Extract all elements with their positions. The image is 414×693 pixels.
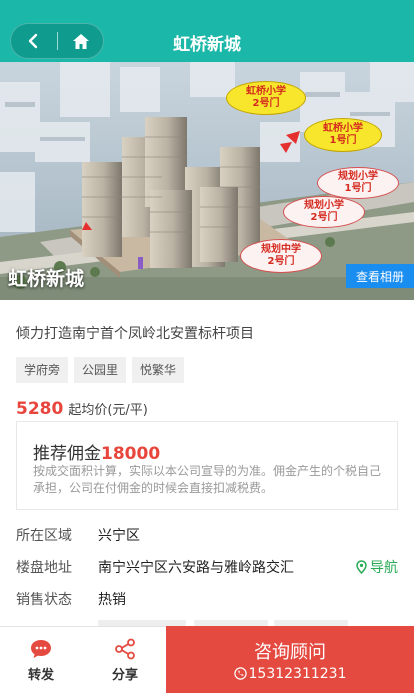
consult-phone-row: 15312311231 [233, 665, 347, 682]
callout-line: 规划小学 [304, 200, 344, 211]
callout-guihua-xiaoxue-2: 规划小学 2号门 [283, 196, 365, 228]
page-title: 虹桥新城 [173, 35, 241, 55]
navigate-button[interactable]: 导航 [356, 557, 398, 577]
commission-label: 推荐佣金 [33, 444, 101, 464]
tag-item: 悦繁华 [132, 357, 185, 383]
info-row-status: 销售状态 热销 [16, 587, 398, 611]
callout-line: 1号门 [329, 135, 357, 146]
consult-title: 咨询顾问 [254, 641, 326, 663]
callout-line: 2号门 [252, 98, 280, 109]
commission-heading: 推荐佣金18000 [33, 439, 160, 464]
info-row-district: 所在区域 兴宁区 [16, 523, 398, 547]
location-pin-icon [356, 560, 367, 574]
bottom-action-bar: 转发 分享 咨询顾问 15312311231 [0, 626, 414, 693]
callout-line: 2号门 [310, 212, 338, 223]
callout-line: 1号门 [344, 183, 372, 194]
project-tags: 学府旁 公园里 悦繁华 [16, 357, 185, 383]
info-row-address: 楼盘地址 南宁兴宁区六安路与雅岭路交汇 导航 [16, 555, 398, 579]
callout-guihua-xiaoxue-1: 规划小学 1号门 [317, 167, 399, 199]
commission-note: 按成交面积计算，实际以本公司宣导的为准。佣金产生的个税自己承担，公司在付佣金的时… [33, 464, 382, 495]
phone-icon [233, 667, 247, 680]
callout-line: 虹桥小学 [246, 86, 286, 97]
callout-line: 2号门 [267, 256, 295, 267]
callout-line: 虹桥小学 [323, 123, 363, 134]
district-value: 兴宁区 [98, 528, 140, 544]
callout-guihua-zhongxue-2: 规划中学 2号门 [240, 239, 322, 273]
status-value: 热销 [98, 592, 126, 608]
callout-line: 规划小学 [338, 171, 378, 182]
price-row: 5280 起均价(元/平) [16, 399, 148, 419]
callout-hongqiao-2: 虹桥小学 2号门 [226, 81, 306, 115]
price-unit: 起均价(元/平) [68, 403, 148, 418]
commission-value: 18000 [101, 444, 161, 464]
share-button[interactable]: 分享 [84, 627, 166, 693]
address-label: 楼盘地址 [16, 560, 72, 576]
view-album-button[interactable]: 查看相册 [346, 264, 414, 288]
share-label: 分享 [111, 667, 138, 683]
share-icon [115, 638, 135, 659]
forward-button[interactable]: 转发 [0, 627, 82, 693]
consult-phone: 15312311231 [248, 665, 347, 682]
header-bar: 虹桥新城 [0, 0, 414, 62]
callout-hongqiao-1: 虹桥小学 1号门 [304, 118, 382, 152]
tag-item: 学府旁 [16, 357, 69, 383]
address-value: 南宁兴宁区六安路与雅岭路交汇 [98, 560, 294, 576]
chat-bubble-icon [31, 639, 51, 658]
commission-box: 推荐佣金18000 按成交面积计算，实际以本公司宣导的为准。佣金产生的个税自己承… [16, 421, 398, 510]
hero-image[interactable]: 虹桥小学 2号门 虹桥小学 1号门 规划小学 1号门 规划小学 2号门 规划中学… [0, 62, 414, 300]
consult-advisor-button[interactable]: 咨询顾问 15312311231 [166, 626, 414, 693]
district-label: 所在区域 [16, 528, 72, 544]
hero-project-name: 虹桥新城 [8, 268, 85, 290]
project-slogan: 倾力打造南宁首个凤岭北安置标杆项目 [16, 326, 254, 342]
status-label: 销售状态 [16, 592, 72, 608]
navigate-label: 导航 [370, 560, 398, 576]
price-value: 5280 [16, 399, 64, 419]
tag-item: 公园里 [74, 357, 127, 383]
forward-label: 转发 [27, 667, 54, 683]
callout-line: 规划中学 [261, 244, 301, 255]
